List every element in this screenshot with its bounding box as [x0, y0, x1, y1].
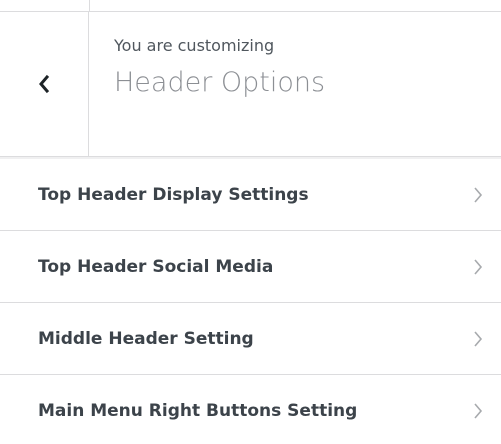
back-button[interactable] — [0, 12, 89, 156]
customizing-label: You are customizing — [114, 36, 275, 55]
chevron-right-icon — [474, 402, 483, 419]
header-text: You are customizing Header Options — [114, 36, 325, 100]
menu-item-label: Main Menu Right Buttons Setting — [38, 400, 358, 421]
chevron-right-icon — [474, 186, 483, 203]
chevron-right-icon — [474, 330, 483, 347]
section-header: You are customizing Header Options — [0, 12, 501, 157]
chevron-left-icon — [39, 74, 50, 94]
menu-item-middle-header-setting[interactable]: Middle Header Setting — [0, 302, 501, 374]
menu-item-top-header-social-media[interactable]: Top Header Social Media — [0, 230, 501, 302]
section-title: Header Options — [114, 67, 326, 98]
chevron-right-icon — [474, 258, 483, 275]
menu-item-main-menu-right-buttons-setting[interactable]: Main Menu Right Buttons Setting — [0, 374, 501, 444]
panel-menu-list: Top Header Display Settings Top Header S… — [0, 159, 501, 444]
menu-item-label: Top Header Display Settings — [38, 184, 309, 205]
strip-divider — [89, 0, 90, 12]
menu-item-label: Middle Header Setting — [38, 328, 254, 349]
customizer-panel: You are customizing Header Options Top H… — [0, 0, 501, 444]
top-strip — [0, 0, 501, 12]
menu-item-top-header-display-settings[interactable]: Top Header Display Settings — [0, 159, 501, 230]
menu-item-label: Top Header Social Media — [38, 256, 274, 277]
